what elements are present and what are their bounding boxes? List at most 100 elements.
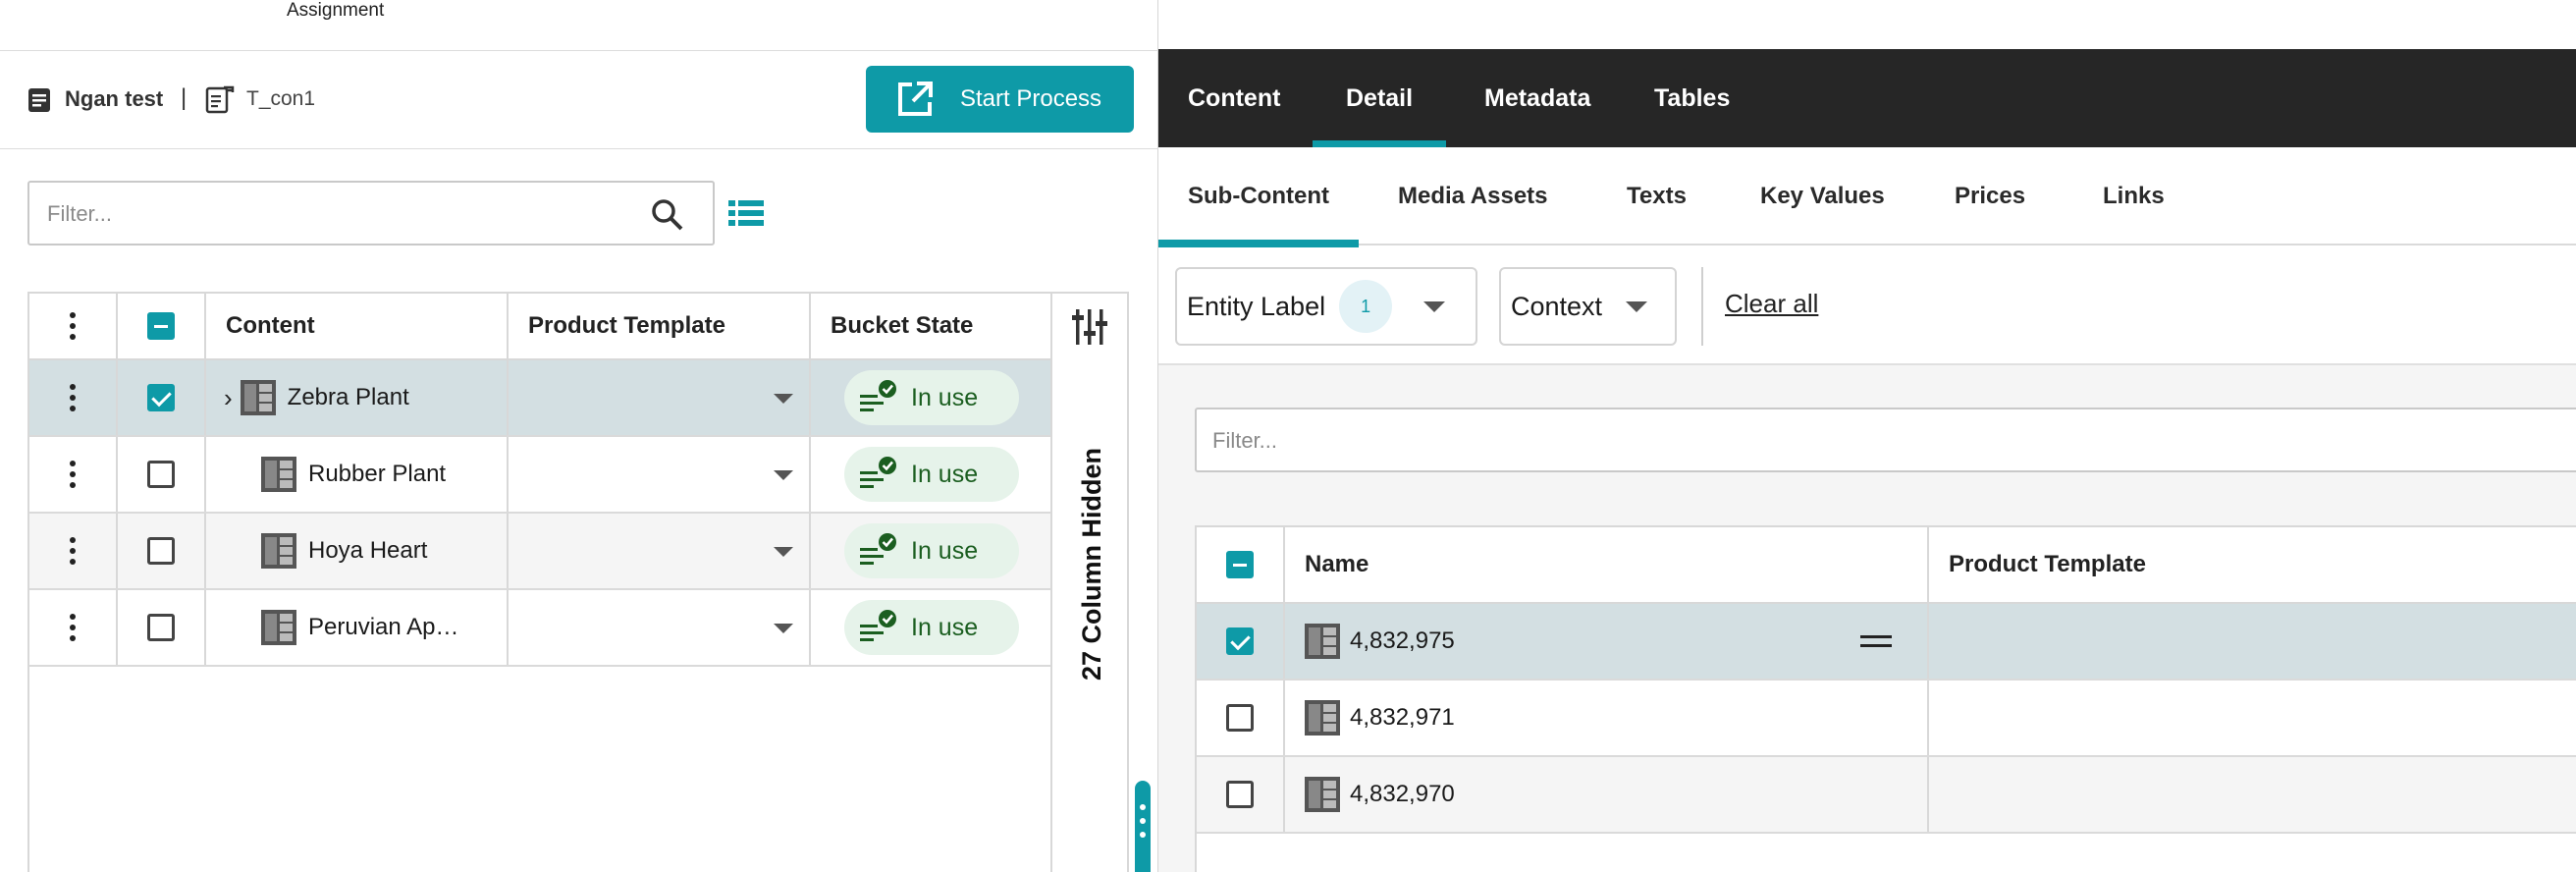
row-menu-button[interactable] [29, 360, 118, 435]
list-view-icon[interactable] [726, 196, 766, 230]
kebab-icon [70, 535, 76, 568]
content-cell: › Zebra Plant [206, 360, 509, 435]
subtab-prices[interactable]: Prices [1955, 147, 2025, 245]
table-row[interactable]: Rubber Plant In use [29, 437, 1050, 514]
subtab-media-assets[interactable]: Media Assets [1398, 147, 1548, 245]
dropdown-arrow-icon [774, 394, 793, 404]
dropdown-arrow-icon [774, 470, 793, 480]
clear-all-link[interactable]: Clear all [1725, 289, 1818, 319]
content-name[interactable]: Hoya Heart [308, 537, 427, 565]
row-menu-button[interactable] [29, 590, 118, 665]
product-template-dropdown[interactable] [509, 590, 811, 665]
content-filter[interactable] [27, 181, 715, 245]
grid-header: Name Product Template [1197, 527, 2576, 604]
row-checkbox[interactable] [147, 537, 175, 565]
grid-header: Content Product Template Bucket State [29, 294, 1050, 360]
row-checkbox[interactable] [147, 384, 175, 411]
hidden-columns-label: 27 Column Hidden [1076, 447, 1106, 681]
column-header-product-template[interactable]: Product Template [509, 294, 811, 358]
list-check-icon [860, 610, 896, 641]
breadcrumb-sub[interactable]: T_con1 [246, 87, 315, 111]
breadcrumb-main[interactable]: Ngan test [65, 86, 163, 112]
search-icon[interactable] [650, 197, 685, 233]
tab-content[interactable]: Content [1188, 49, 1280, 147]
product-template-dropdown[interactable] [509, 437, 811, 512]
tab-tables[interactable]: Tables [1654, 49, 1730, 147]
product-icon [1305, 700, 1340, 736]
tab-detail[interactable]: Detail [1313, 49, 1447, 147]
product-icon [261, 533, 296, 569]
product-template-cell [1929, 681, 2576, 755]
sub-content-filter-input[interactable] [1212, 425, 2096, 457]
table-row[interactable]: 4,832,970 [1197, 757, 2576, 834]
row-checkbox[interactable] [1226, 781, 1254, 808]
select-all-checkbox[interactable] [147, 312, 175, 340]
product-icon [240, 380, 276, 415]
column-header-bucket-state[interactable]: Bucket State [811, 294, 1054, 358]
detail-tabbar: Content Detail Metadata Tables [1158, 49, 2576, 147]
entity-label-facet[interactable]: Entity Label 1 [1175, 267, 1477, 346]
entity-label-text: Entity Label [1187, 291, 1326, 321]
name-cell: 4,832,971 [1285, 681, 1929, 755]
list-check-icon [860, 380, 896, 411]
product-template-dropdown[interactable] [509, 514, 811, 588]
list-check-icon [860, 457, 896, 488]
product-icon [1305, 777, 1340, 812]
content-name[interactable]: Peruvian Ap… [308, 614, 458, 641]
row-checkbox[interactable] [1226, 627, 1254, 655]
header-menu-button[interactable] [29, 294, 118, 358]
product-template-dropdown[interactable] [509, 360, 811, 435]
kebab-icon [70, 382, 76, 414]
content-list-pane: Assignment Ngan test | T_con1 Start Proc… [0, 0, 1158, 872]
table-row[interactable]: 4,832,975 [1197, 604, 2576, 681]
table-row[interactable]: 4,832,971 [1197, 681, 2576, 757]
breadcrumb: Ngan test | T_con1 Start Process [0, 51, 1158, 149]
sub-content-name[interactable]: 4,832,971 [1350, 704, 1455, 732]
detail-pane: Content Detail Metadata Tables Sub-Conte… [1158, 0, 2576, 872]
row-select-cell [118, 590, 206, 665]
name-cell: 4,832,975 [1285, 604, 1929, 679]
row-select-cell [1197, 757, 1285, 832]
sub-content-area: Name Product Template 4,832,975 [1158, 365, 2576, 872]
expand-chevron-icon[interactable]: › [224, 383, 233, 413]
row-checkbox[interactable] [147, 614, 175, 641]
assignment-label: Assignment [287, 0, 385, 21]
column-header-name[interactable]: Name [1285, 527, 1929, 602]
sub-content-filter[interactable] [1195, 408, 2576, 472]
content-filter-input[interactable] [47, 198, 636, 230]
subtab-sub-content[interactable]: Sub-Content [1158, 147, 1359, 247]
sub-content-name[interactable]: 4,832,970 [1350, 781, 1455, 808]
row-select-cell [118, 437, 206, 512]
status-badge: In use [844, 523, 1019, 578]
subtab-links[interactable]: Links [2103, 147, 2165, 245]
row-select-cell [118, 360, 206, 435]
row-checkbox[interactable] [1226, 704, 1254, 732]
hidden-columns-panel[interactable]: 27 Column Hidden [1052, 292, 1129, 872]
content-name[interactable]: Rubber Plant [308, 461, 446, 488]
row-menu-button[interactable] [29, 437, 118, 512]
column-header-content[interactable]: Content [206, 294, 509, 358]
pane-resize-handle[interactable] [1135, 781, 1151, 872]
sub-content-name[interactable]: 4,832,975 [1350, 627, 1455, 655]
drag-handle-icon[interactable] [1860, 635, 1892, 647]
row-select-cell [118, 514, 206, 588]
row-menu-button[interactable] [29, 514, 118, 588]
select-all-checkbox[interactable] [1226, 551, 1254, 578]
column-header-product-template[interactable]: Product Template [1929, 527, 2576, 602]
row-checkbox[interactable] [147, 461, 175, 488]
subtab-key-values[interactable]: Key Values [1760, 147, 1885, 245]
kebab-icon [70, 612, 76, 644]
list-check-icon [860, 533, 896, 565]
table-row[interactable]: Peruvian Ap… In use [29, 590, 1050, 667]
chevron-down-icon [1626, 300, 1648, 312]
open-in-new-icon [898, 82, 933, 116]
start-process-button[interactable]: Start Process [866, 66, 1134, 133]
subtab-texts[interactable]: Texts [1627, 147, 1687, 245]
table-row[interactable]: Hoya Heart In use [29, 514, 1050, 590]
tab-metadata[interactable]: Metadata [1484, 49, 1590, 147]
column-settings-icon[interactable] [1070, 307, 1109, 347]
row-select-cell [1197, 604, 1285, 679]
table-row[interactable]: › Zebra Plant In use [29, 360, 1050, 437]
content-name[interactable]: Zebra Plant [288, 384, 409, 411]
context-facet[interactable]: Context [1499, 267, 1677, 346]
